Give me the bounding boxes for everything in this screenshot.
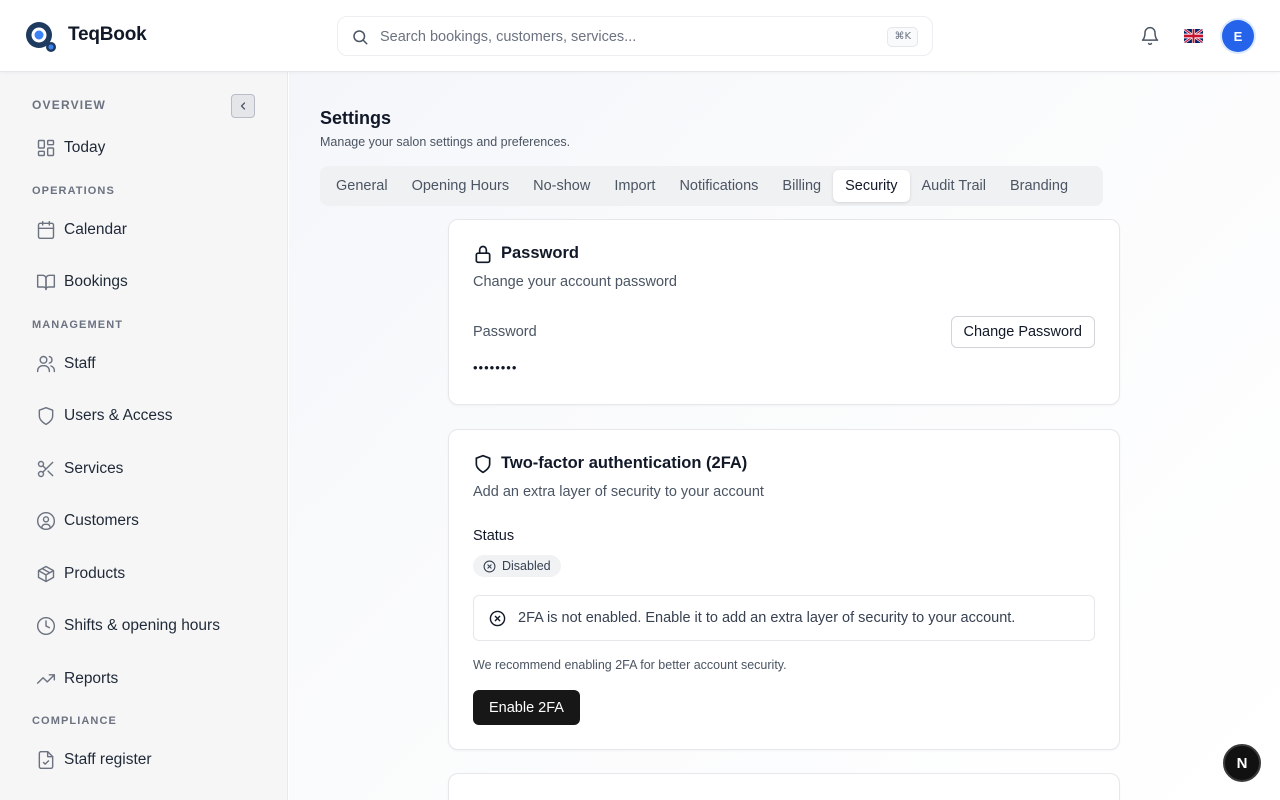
change-password-button[interactable]: Change Password [950, 316, 1095, 348]
next-settings-card [448, 773, 1120, 800]
tab-audit-trail[interactable]: Audit Trail [910, 170, 998, 202]
lock-icon [475, 245, 491, 264]
twofa-alert-text: 2FA is not enabled. Enable it to add an … [518, 610, 1016, 626]
sidebar-item-products[interactable]: Products [32, 556, 262, 592]
sidebar-item-label: Staff [64, 355, 96, 372]
tab-notifications[interactable]: Notifications [667, 170, 770, 202]
search-icon [353, 30, 368, 45]
sidebar-item-label: Shifts & opening hours [64, 617, 220, 634]
x-circle-icon [489, 610, 506, 627]
sidebar-collapse-button[interactable] [231, 94, 255, 118]
sidebar-item-label: Products [64, 565, 126, 582]
book-icon [36, 274, 56, 291]
status-badge: Disabled [473, 555, 561, 577]
sidebar-item-label: Users & Access [64, 407, 173, 424]
teqbook-logo-icon[interactable] [24, 20, 58, 54]
section-label-operations: OPERATIONS [32, 185, 115, 197]
sidebar-item-label: Services [64, 460, 124, 477]
tab-import[interactable]: Import [602, 170, 667, 202]
dashboard-icon [37, 139, 55, 157]
sidebar-item-label: Staff register [64, 751, 152, 768]
twofa-card-description: Add an extra layer of security to your a… [473, 484, 764, 500]
main-content: Settings Manage your salon settings and … [289, 72, 1280, 800]
search-shortcut-hint: ⌘K [887, 27, 918, 47]
nextjs-dev-button[interactable]: N [1223, 744, 1261, 782]
shield-icon [38, 406, 54, 426]
settings-tabs: General Opening Hours No-show Import Not… [320, 166, 1103, 206]
brand-name[interactable]: TeqBook [68, 24, 147, 46]
twofa-card: Two-factor authentication (2FA) Add an e… [448, 429, 1120, 750]
page-subtitle: Manage your salon settings and preferenc… [320, 135, 571, 149]
sidebar-item-shifts[interactable]: Shifts & opening hours [32, 608, 262, 644]
status-badge-text: Disabled [502, 559, 551, 573]
sidebar: OVERVIEW Today OPERATIONS Calendar Booki… [0, 72, 288, 800]
sidebar-item-label: Reports [64, 670, 119, 687]
uk-flag-icon[interactable] [1184, 29, 1203, 43]
sidebar-item-bookings[interactable]: Bookings [32, 264, 262, 300]
section-label-management: MANAGEMENT [32, 319, 124, 331]
shield-icon [475, 454, 491, 474]
package-icon [37, 565, 55, 583]
tab-general[interactable]: General [324, 170, 400, 202]
sidebar-item-customers[interactable]: Customers [32, 503, 262, 539]
sidebar-item-staff[interactable]: Staff [32, 346, 262, 382]
scissors-icon [37, 460, 54, 478]
user-circle-icon [36, 511, 56, 531]
chevron-left-icon [240, 102, 246, 110]
password-masked-value: •••••••• [473, 360, 518, 375]
trending-up-icon [36, 674, 56, 684]
tab-branding[interactable]: Branding [998, 170, 1080, 202]
global-search[interactable]: ⌘K [337, 16, 933, 56]
tab-security[interactable]: Security [833, 170, 910, 202]
nextjs-icon: N [1237, 755, 1248, 772]
tab-opening-hours[interactable]: Opening Hours [400, 170, 522, 202]
sidebar-item-calendar[interactable]: Calendar [32, 212, 262, 248]
twofa-card-title: Two-factor authentication (2FA) [501, 454, 748, 472]
fab-label: N [1237, 755, 1248, 772]
sidebar-item-label: Bookings [64, 273, 128, 290]
password-card-title: Password [501, 244, 579, 262]
sidebar-item-services[interactable]: Services [32, 451, 262, 487]
sidebar-item-today[interactable]: Today [32, 130, 262, 166]
sidebar-item-label: Calendar [64, 221, 127, 238]
password-card: Password Change your account password Pa… [448, 219, 1120, 405]
calendar-icon [37, 220, 55, 240]
section-label-compliance: COMPLIANCE [32, 715, 117, 727]
sidebar-item-label: Today [64, 139, 106, 156]
tab-no-show[interactable]: No-show [521, 170, 602, 202]
search-input[interactable] [380, 26, 880, 48]
x-circle-icon [483, 560, 496, 572]
sidebar-item-staff-register[interactable]: Staff register [32, 742, 262, 778]
sidebar-item-label: Customers [64, 512, 139, 529]
top-header: TeqBook ⌘K E [0, 0, 1280, 72]
file-check-icon [38, 750, 54, 770]
password-card-description: Change your account password [473, 274, 677, 290]
tab-billing[interactable]: Billing [770, 170, 833, 202]
users-icon [36, 355, 56, 373]
user-avatar[interactable]: E [1222, 20, 1254, 52]
sidebar-item-users-access[interactable]: Users & Access [32, 398, 262, 434]
twofa-recommendation: We recommend enabling 2FA for better acc… [473, 658, 787, 672]
section-label-overview: OVERVIEW [32, 98, 107, 112]
bell-icon[interactable] [1140, 26, 1160, 46]
sidebar-item-reports[interactable]: Reports [32, 661, 262, 697]
enable-2fa-button[interactable]: Enable 2FA [473, 690, 580, 725]
page-title: Settings [320, 108, 392, 128]
clock-icon [36, 616, 56, 636]
twofa-alert: 2FA is not enabled. Enable it to add an … [473, 595, 1095, 641]
password-field-label: Password [473, 324, 537, 340]
status-label: Status [473, 528, 515, 544]
